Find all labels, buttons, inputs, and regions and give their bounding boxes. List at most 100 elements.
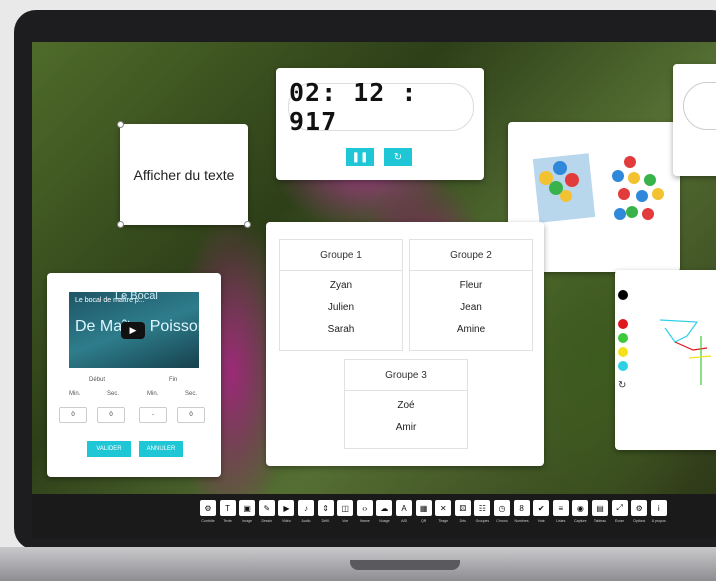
- drawing-canvas[interactable]: [615, 270, 716, 450]
- resize-handle[interactable]: [117, 121, 124, 128]
- groups-widget: Groupe 1 Zyan Julien Sarah Groupe 2 Fleu…: [266, 222, 544, 466]
- group-member: Fleur: [459, 280, 483, 291]
- pause-button[interactable]: ❚❚: [346, 148, 374, 166]
- group-title: Groupe 2: [410, 240, 532, 271]
- toolbar-gear-button[interactable]: ⚙: [631, 500, 648, 516]
- app-screen: Afficher du texte 02: 12 : 917 ❚❚ ↻ Grou…: [32, 42, 716, 538]
- group-member: Zyan: [329, 280, 353, 291]
- partial-widget-display: [683, 82, 716, 130]
- scroll-icon: ⇕: [322, 503, 329, 513]
- toolbar-video-button[interactable]: ▶: [278, 500, 295, 516]
- toolbar-iframe-button[interactable]: ‹›: [356, 500, 373, 516]
- audio-icon: ♪: [304, 503, 308, 513]
- group-box: Groupe 2 Fleur Jean Amine: [409, 239, 533, 351]
- settings-icon: ⚙: [204, 503, 212, 513]
- group-member: Zoé: [397, 400, 415, 411]
- group-title: Groupe 3: [345, 360, 467, 391]
- group-member: Amir: [395, 422, 417, 433]
- end-min-input[interactable]: -: [139, 407, 167, 423]
- video-widget: Le bocal de maître p... Le Bocal De Maît…: [47, 273, 221, 477]
- reset-button[interactable]: ↻: [384, 148, 412, 166]
- toolbar-view-button[interactable]: ◫: [337, 500, 354, 516]
- toolbar-timer-button[interactable]: ◷: [494, 500, 510, 516]
- board-icon: ▤: [596, 503, 604, 513]
- groups-icon: ☷: [478, 503, 486, 513]
- cloud-icon: ☁: [380, 503, 389, 513]
- toolbar-list-button[interactable]: ≡: [552, 500, 569, 516]
- toolbar-groups-button[interactable]: ☷: [474, 500, 491, 516]
- toolbar-audio-button[interactable]: ♪: [298, 500, 314, 516]
- end-label: Fin: [169, 377, 178, 383]
- group-member: Jean: [460, 302, 482, 313]
- drawing-widget[interactable]: ↻: [615, 270, 716, 450]
- resize-handle[interactable]: [244, 221, 251, 228]
- image-icon: ▣: [243, 503, 251, 513]
- video-overlay-text: Le Bocal: [115, 292, 158, 302]
- toolbar-qr-button[interactable]: ▦: [415, 500, 432, 516]
- toolbar-cross-button[interactable]: ✕: [435, 500, 452, 516]
- group-box: Groupe 3 Zoé Amir: [344, 359, 468, 449]
- end-min-label: Min.: [147, 391, 159, 397]
- timer-widget: 02: 12 : 917 ❚❚ ↻: [276, 68, 484, 180]
- cross-icon: ✕: [439, 503, 447, 513]
- view-icon: ◫: [341, 503, 349, 513]
- partial-widget[interactable]: [673, 64, 716, 176]
- start-min-label: Min.: [69, 391, 81, 397]
- resize-handle[interactable]: [117, 221, 124, 228]
- toolbar-like-button[interactable]: ✔: [533, 500, 550, 516]
- timer-display: 02: 12 : 917: [288, 78, 474, 136]
- ab-icon: A: [401, 503, 407, 513]
- expand-icon: ⤢: [616, 503, 623, 512]
- shapes-icon: ✎: [263, 503, 271, 513]
- number-icon: 8: [519, 503, 524, 513]
- start-sec-label: Sec.: [107, 391, 120, 397]
- start-min-input[interactable]: 0: [59, 407, 87, 423]
- play-icon: ▶: [129, 325, 137, 335]
- toolbar-text-button[interactable]: T: [219, 500, 236, 516]
- video-thumbnail[interactable]: Le bocal de maître p... Le Bocal De Maît…: [69, 292, 199, 368]
- toolbar-capture-button[interactable]: ◉: [572, 500, 589, 516]
- group-member: Amine: [456, 324, 486, 335]
- end-sec-input[interactable]: 0: [177, 407, 205, 423]
- group-title: Groupe 1: [280, 240, 402, 271]
- capture-icon: ◉: [576, 503, 584, 513]
- cancel-button[interactable]: ANNULER: [139, 441, 183, 457]
- toolbar-info-button[interactable]: i: [650, 500, 667, 516]
- laptop-notch: [350, 560, 460, 570]
- list-icon: ≡: [558, 503, 564, 513]
- toolbar-expand-button[interactable]: ⤢: [611, 500, 628, 516]
- pause-icon: ❚❚: [351, 151, 369, 163]
- toolbar-shapes-button[interactable]: ✎: [258, 500, 275, 516]
- text-icon: T: [225, 503, 231, 513]
- timer-icon: ◷: [498, 503, 506, 513]
- like-icon: ✔: [537, 503, 545, 513]
- play-button[interactable]: ▶: [121, 322, 145, 339]
- toolbar-settings-button[interactable]: ⚙: [200, 500, 216, 516]
- text-widget-label: Afficher du texte: [133, 166, 235, 183]
- toolbar-number-button[interactable]: 8: [513, 500, 530, 516]
- iframe-icon: ‹›: [362, 503, 368, 513]
- end-sec-label: Sec.: [185, 391, 198, 397]
- group-box: Groupe 1 Zyan Julien Sarah: [279, 239, 403, 351]
- qr-icon: ▦: [419, 503, 428, 513]
- validate-button[interactable]: VALIDER: [87, 441, 131, 457]
- start-label: Début: [89, 377, 106, 383]
- toolbar-image-button[interactable]: ▣: [239, 500, 256, 516]
- text-widget[interactable]: Afficher du texte: [117, 121, 251, 228]
- widget-toolbar: ⚙ Contrôle T Texte ▣ Image ✎ Dessin ▶ Vidéo ♪ Audio…: [32, 494, 716, 538]
- info-icon: i: [657, 503, 660, 513]
- start-sec-input[interactable]: 0: [97, 407, 125, 423]
- dice-icon: ⚄: [459, 503, 467, 513]
- toolbar-scroll-button[interactable]: ⇕: [317, 500, 334, 516]
- toolbar-label: À propos: [651, 519, 666, 523]
- toolbar-ab-button[interactable]: A: [396, 500, 412, 516]
- group-member: Sarah: [327, 324, 355, 335]
- toolbar-dice-button[interactable]: ⚄: [454, 500, 471, 516]
- toolbar-board-button[interactable]: ▤: [592, 500, 608, 516]
- reset-icon: ↻: [393, 151, 403, 163]
- gear-icon: ⚙: [635, 503, 643, 513]
- puzzle-piece-right: [612, 156, 664, 220]
- video-icon: ▶: [283, 503, 290, 513]
- toolbar-cloud-button[interactable]: ☁: [376, 500, 393, 516]
- group-member: Julien: [327, 302, 355, 313]
